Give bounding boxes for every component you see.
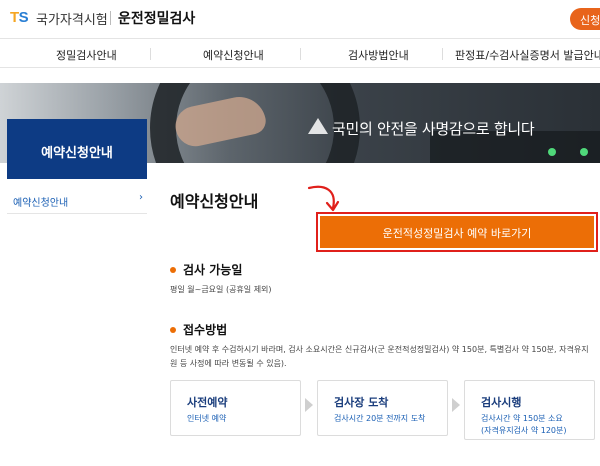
cta-highlight-box: 운전적성정밀검사 예약 바로가기 xyxy=(316,212,598,252)
step-title: 사전예약 xyxy=(187,396,228,409)
reservation-shortcut-button[interactable]: 운전적성정밀검사 예약 바로가기 xyxy=(320,216,594,248)
indicator-light-icon xyxy=(548,148,556,156)
step-desc: 검사시간 20분 전까지 도착 xyxy=(334,414,426,423)
apply-button[interactable]: 신청하기 xyxy=(570,8,600,30)
nav-item-certificate-guide[interactable]: 판정표/수검사실증명서 발급안내 xyxy=(455,47,600,63)
application-text-line1: 인터넷 예약 후 수검하시기 바라며, 검사 소요시간은 신규검사(군 운전적성… xyxy=(170,345,589,354)
arrow-right-icon xyxy=(452,398,460,412)
nav-divider xyxy=(150,48,151,60)
section-heading-application: 접수방법 xyxy=(170,321,227,338)
nav-item-inspection-guide[interactable]: 정밀검사안내 xyxy=(56,47,117,63)
application-text-line2: 원 등 사정에 따라 변동될 수 있음). xyxy=(170,359,287,368)
chevron-right-icon: › xyxy=(139,192,143,203)
logo-divider xyxy=(110,11,111,25)
sidebar-title: 예약신청안내 xyxy=(7,119,147,179)
indicator-light-icon xyxy=(580,148,588,156)
step-card-test: 검사시행 검사시간 약 150분 소요 (자격유지검사 약 120분) xyxy=(464,380,595,440)
step-card-reservation: 사전예약 인터넷 예약 xyxy=(170,380,301,436)
step-card-arrival: 검사장 도착 검사시간 20분 전까지 도착 xyxy=(317,380,448,436)
sidebar-item-label: 예약신청안내 xyxy=(13,198,69,209)
bullet-dot-icon xyxy=(170,266,176,273)
arrow-right-icon xyxy=(305,398,313,412)
site-header: TS 국가자격시험 운전정밀검사 신청하기 xyxy=(0,0,600,38)
step-title: 검사시행 xyxy=(481,396,522,409)
site-title[interactable]: 운전정밀검사 xyxy=(118,8,195,28)
banner-slogan: 국민의 안전을 사명감으로 합니다 xyxy=(332,120,535,138)
nav-item-reservation-guide[interactable]: 예약신청안내 xyxy=(203,47,264,63)
org-name[interactable]: 국가자격시험 xyxy=(36,9,108,28)
nav-divider xyxy=(442,48,443,60)
section-heading-available-days: 검사 가능일 xyxy=(170,261,242,278)
nav-divider xyxy=(300,48,301,60)
main-nav: 정밀검사안내 예약신청안내 검사방법안내 판정표/수검사실증명서 발급안내 xyxy=(0,38,600,68)
curved-arrow-icon xyxy=(307,185,340,212)
available-days-text: 평일 월~금요일 (공휴일 제외) xyxy=(170,285,272,294)
step-desc: 검사시간 약 150분 소요 xyxy=(481,414,563,423)
step-desc-extra: (자격유지검사 약 120분) xyxy=(481,426,567,435)
ts-logo[interactable]: TS xyxy=(10,9,29,26)
nav-item-method-guide[interactable]: 검사방법안내 xyxy=(348,47,409,63)
sidebar-item-reservation[interactable]: 예약신청안내 › xyxy=(7,186,147,214)
step-title: 검사장 도착 xyxy=(334,396,389,409)
step-desc: 인터넷 예약 xyxy=(187,414,227,423)
page-title: 예약신청안내 xyxy=(170,192,259,211)
triangle-icon xyxy=(308,118,328,134)
bullet-dot-icon xyxy=(170,326,176,333)
